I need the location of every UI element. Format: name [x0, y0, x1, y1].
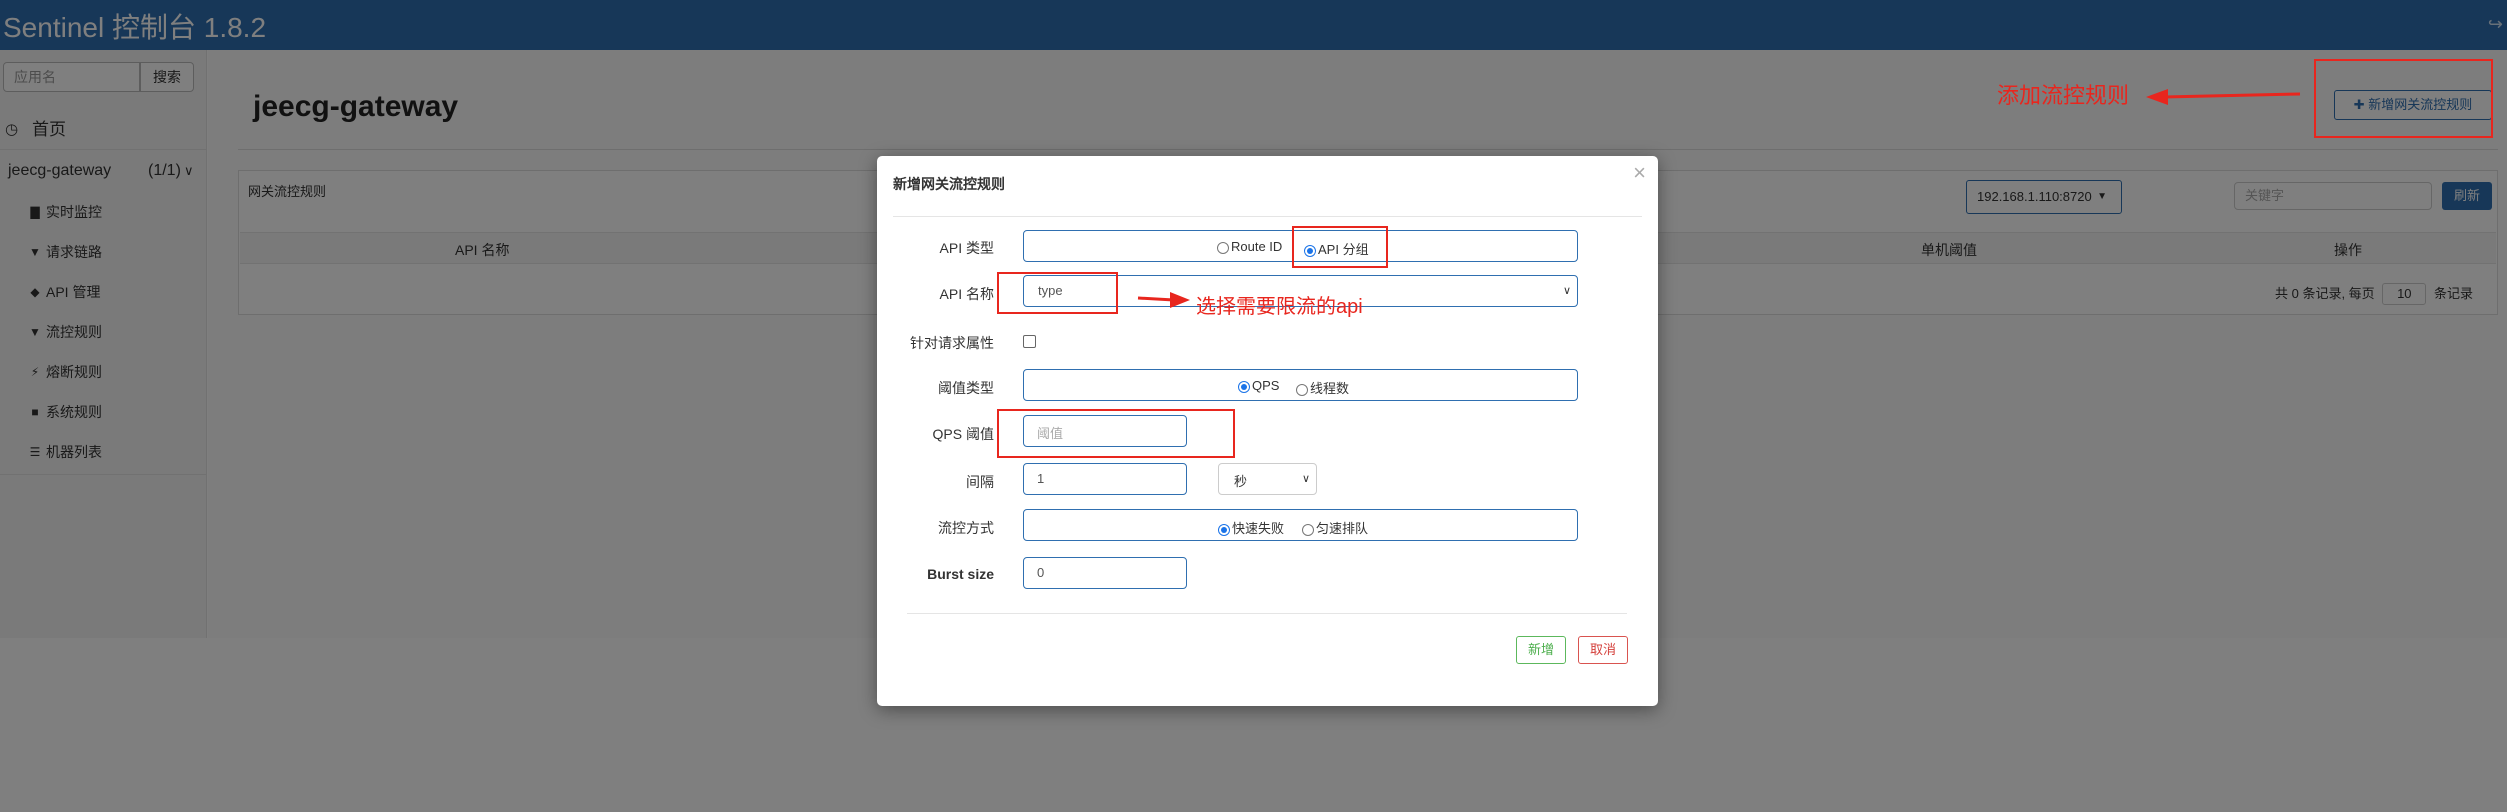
dialog-header: 新增网关流控规则 × [877, 156, 1658, 214]
add-gateway-flow-rule-dialog: 新增网关流控规则 × API 类型 Route ID API 分组 API 名称… [877, 156, 1658, 706]
radio-qps[interactable]: QPS [1238, 378, 1279, 393]
radio-circle [1217, 241, 1229, 254]
radio-label: 匀速排队 [1316, 521, 1369, 536]
radio-rate-limiter[interactable]: 匀速排队 [1302, 518, 1368, 537]
interval-label: 间隔 [966, 474, 994, 490]
grade-label: 阈值类型 [938, 380, 994, 396]
annotation-highlight-qps-threshold [997, 409, 1235, 458]
api-type-label: API 类型 [939, 240, 994, 256]
count-label: QPS 阈值 [932, 426, 994, 442]
radio-fast-fail[interactable]: 快速失败 [1218, 518, 1284, 537]
burst-input[interactable]: 0 [1023, 557, 1187, 589]
param-item-checkbox[interactable] [1023, 335, 1036, 348]
radio-circle-selected [1218, 523, 1230, 536]
interval-unit-value: 秒 [1234, 474, 1248, 489]
annotation-highlight-api-group [1292, 226, 1388, 268]
radio-circle-selected [1238, 380, 1250, 393]
annotation-arrow-right [1137, 292, 1190, 308]
radio-circle [1302, 523, 1314, 536]
annotation-add-rule: 添加流控规则 [1997, 83, 2130, 108]
radio-thread[interactable]: 线程数 [1296, 378, 1349, 397]
control-behavior-label: 流控方式 [938, 520, 994, 536]
chevron-down-icon: ∨ [1301, 473, 1310, 485]
control-behavior-radio-group [1023, 509, 1578, 541]
radio-label: QPS [1252, 378, 1280, 393]
radio-label: 线程数 [1310, 381, 1350, 396]
annotation-select-api: 选择需要限流的api [1196, 296, 1363, 318]
radio-circle [1296, 383, 1308, 396]
save-button[interactable]: 新增 [1516, 636, 1566, 664]
interval-input[interactable]: 1 [1023, 463, 1187, 495]
interval-value: 1 [1037, 471, 1045, 486]
radio-label: Route ID [1231, 239, 1283, 254]
annotation-highlight-api-name [997, 272, 1118, 314]
cancel-button[interactable]: 取消 [1578, 636, 1628, 664]
api-name-label: API 名称 [939, 286, 994, 302]
annotation-highlight-add-button [2314, 59, 2493, 138]
burst-label: Burst size [927, 566, 994, 582]
annotation-arrow-left [2146, 89, 2301, 105]
dialog-footer-divider [907, 613, 1627, 614]
param-item-label: 针对请求属性 [910, 335, 994, 351]
dialog-title: 新增网关流控规则 [893, 176, 1005, 192]
interval-unit-select[interactable]: 秒 ∨ [1218, 463, 1317, 495]
radio-label: 快速失败 [1232, 521, 1285, 536]
close-icon[interactable]: × [1633, 160, 1646, 186]
chevron-down-icon: ∨ [1562, 285, 1571, 297]
burst-value: 0 [1037, 565, 1045, 580]
radio-route-id[interactable]: Route ID [1217, 239, 1282, 254]
